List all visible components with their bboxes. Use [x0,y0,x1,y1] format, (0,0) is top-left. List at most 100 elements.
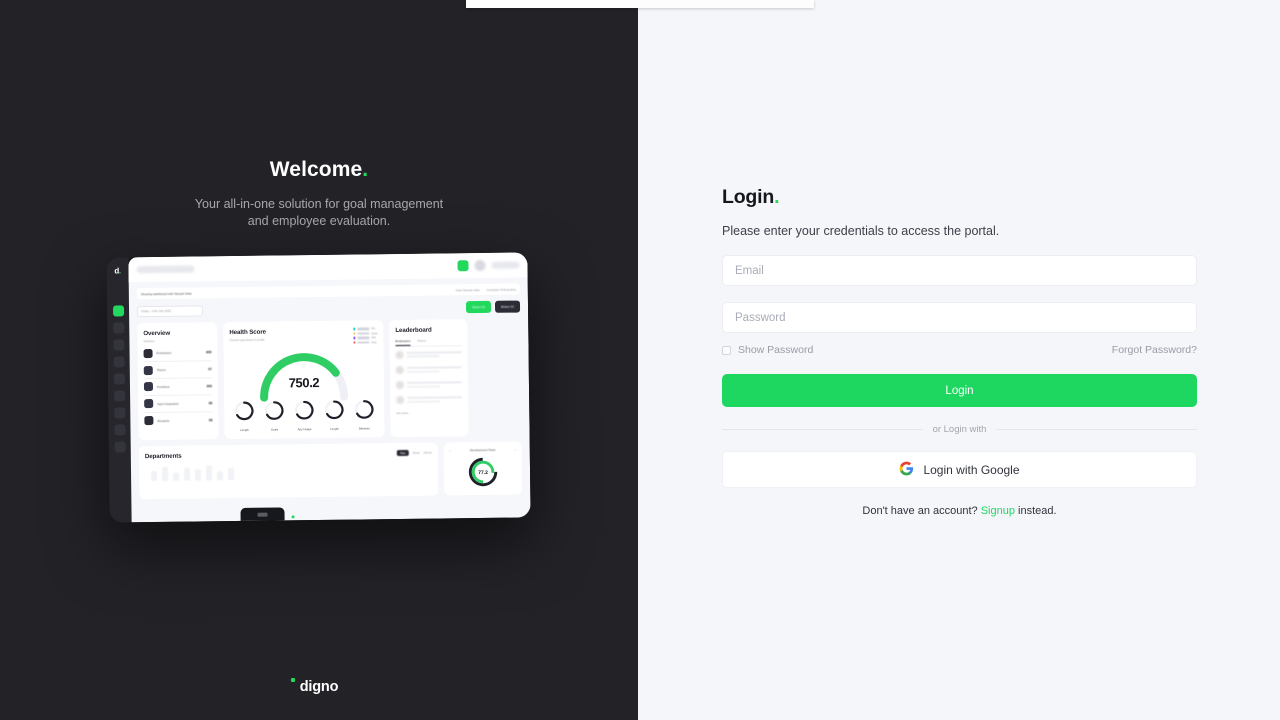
mockup-mini-gauge: Length [233,399,255,431]
mockup-health-legend: Pro Good Fair Poor [352,327,378,344]
mockup-username [491,261,520,269]
apps-integrated-icon [144,399,154,409]
mockup-nav-icon-target [112,339,125,351]
mockup-stat-row: Portfolios 900 [143,378,213,396]
mockup-nav-icon-award [113,407,125,419]
mockup-nav-icon-grid [113,373,125,385]
signup-prompt: Don't have an account? Signup instead. [722,505,1197,517]
mockup-overview-title: Overview [143,329,171,338]
mockup-hide-sample-data: Hide Sample data [455,287,480,292]
login-panel: Login. Please enter your credentials to … [638,0,1280,720]
mockup-overview-subtitle: Statistics [143,338,155,343]
brand-logo: digno [0,678,638,695]
mockup-date-filter-label: Today - 12th July 2021 [141,308,172,314]
rewards-icon [144,416,154,426]
left-promo-panel: Welcome. Your all-in-one solution for go… [0,0,638,720]
forgot-password-link[interactable]: Forgot Password? [1112,344,1197,356]
signup-prompt-suffix: instead. [1018,505,1057,517]
mockup-team-value: 77.2 [478,469,488,476]
mockup-overview-card: Overview Statistics Employees 600 Teams … [137,322,219,440]
welcome-block: Welcome. Your all-in-one solution for go… [0,158,638,230]
mockup-leaderboard-row [395,361,462,377]
mockup-departments-chart [145,461,432,481]
show-password-label: Show Password [738,344,814,356]
signup-prompt-prefix: Don't have an account? [862,505,978,517]
mockup-see-more: see more... [396,410,411,415]
divider-line-left [722,429,923,430]
mockup-health-score-value: 750.2 [288,374,320,390]
mockup-button-01: Button 01 [466,300,492,314]
show-password-checkbox[interactable] [722,345,731,355]
mockup-stat-row: Employees 600 [143,344,212,363]
mockup-departments-title: Departments [144,452,182,460]
mockup-body: Showing dashboard with Sample Data Hide … [128,252,531,523]
brand-logo-text: digno [299,679,339,695]
mockup-team-card: ‹ Development Team › 77.2 [443,441,523,495]
mockup-leaderboard-row [395,377,462,393]
email-field[interactable] [722,255,1197,286]
mockup-action-icon [457,260,469,272]
divider-label: or Login with [932,424,987,435]
mockup-nav-icon-help [114,441,126,453]
welcome-title-dot: . [362,158,369,181]
mockup-health-score-card: Health Score Overall organisation's heal… [223,320,385,439]
chevron-left-icon: ‹ [449,447,451,452]
dashboard-preview-image: d. Showing dashboard with Sample Data Hi… [106,252,531,523]
mockup-tab-teams: Teams [417,338,427,343]
login-with-google-label: Login with Google [923,462,1020,477]
mockup-button-02: Button 02 [495,300,521,313]
mockup-leaderboard-card: Leaderboard Employees Teams see more... [389,319,469,437]
page-title-text: Login [722,186,775,208]
mockup-logo: d. [114,266,121,276]
password-options-row: Show Password Forgot Password? [722,344,1197,356]
mockup-leaderboard-title: Leaderboard [395,326,432,335]
mockup-mini-gauge: Length [323,398,345,430]
mockup-nav-icon-chart [113,356,125,368]
mockup-nav-icon-bell [112,322,124,334]
mockup-nav-icons [112,305,126,453]
mockup-sample-data-banner: Showing dashboard with Sample Data Hide … [136,283,520,300]
login-button[interactable]: Login [722,374,1197,407]
mockup-notch [240,507,285,521]
mockup-mini-gauge: Behavior [353,398,375,430]
teams-icon [143,365,153,375]
password-field[interactable] [722,302,1197,333]
employees-icon [143,348,153,359]
mockup-leaderboard-row [395,346,462,362]
mockup-date-filter: Today - 12th July 2021 [136,304,204,317]
mockup-health-minis: Length Goals App Usage Length Behavior [230,398,378,432]
login-with-google-button[interactable]: Login with Google [722,451,1197,488]
mockup-stat-row: Rewards 08 [144,412,212,429]
page-title-dot: . [774,186,780,208]
welcome-title-text: Welcome [269,158,363,181]
login-subtitle: Please enter your credentials to access … [722,224,1000,238]
google-icon [899,461,914,479]
signup-link[interactable]: Signup [981,505,1015,517]
mockup-status-dot [291,515,295,519]
mockup-avatar [474,259,486,272]
mockup-nav-icon-users [113,390,125,402]
mockup-leaderboard-row [396,392,463,408]
mockup-health-gauge: ♡ 750.2 [229,344,378,402]
welcome-title: Welcome. [0,158,638,182]
mockup-search-bar [136,265,195,274]
show-password-toggle[interactable]: Show Password [722,344,813,356]
portfolios-icon [143,382,154,392]
mockup-nav-icon-home [112,305,124,317]
top-chrome-strip [466,0,814,8]
mockup-team-title: Development Team [469,447,496,452]
welcome-subtitle: Your all-in-one solution for goal manage… [194,197,444,228]
mockup-mini-gauge: Goals [263,399,285,431]
mockup-sidebar: d. [106,257,132,523]
mockup-stat-row: Apps Integrated 08 [144,395,213,413]
heart-icon: ♡ [301,363,307,370]
mockup-stat-row: Teams 07 [143,361,212,380]
mockup-mini-gauge: App Usage [293,399,315,431]
brand-logo-dot [291,678,296,682]
mockup-nav-icon-settings [113,424,126,436]
mockup-tab-employees: Employees [395,338,411,347]
login-form: Login. Please enter your credentials to … [722,186,1197,517]
mockup-departments-segments: Day Week Month [397,449,432,457]
divider-line-right [996,429,1197,430]
page-title: Login. [722,186,1197,209]
